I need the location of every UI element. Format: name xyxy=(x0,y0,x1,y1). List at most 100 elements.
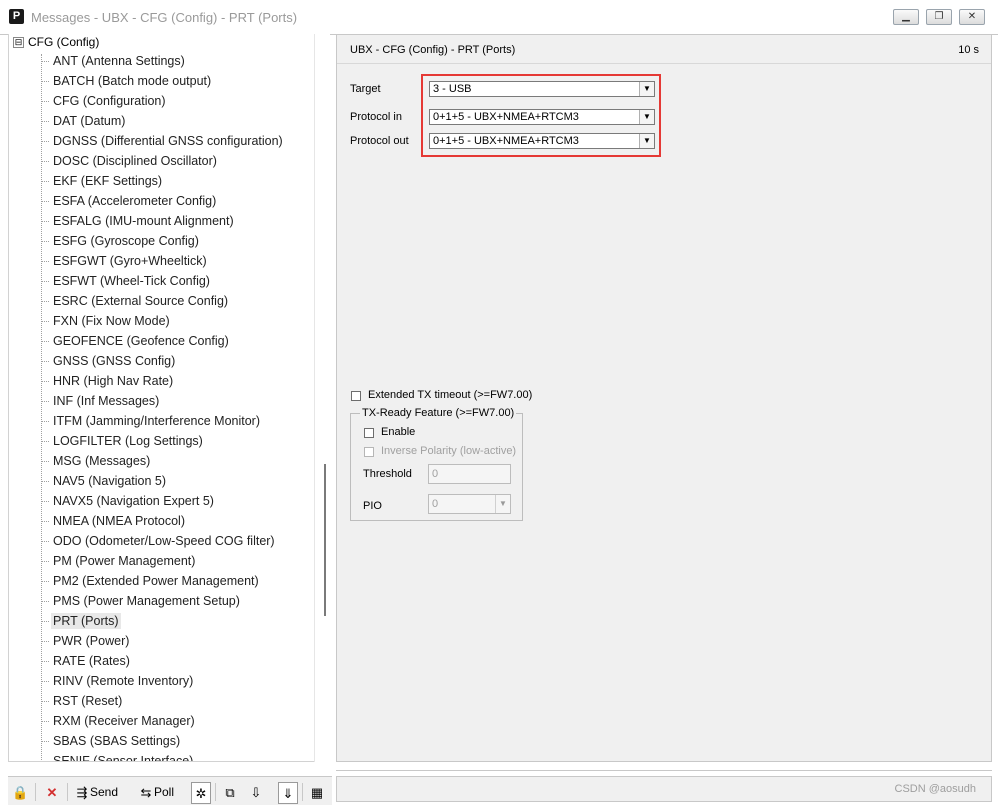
tree-item[interactable]: INF (Inf Messages) xyxy=(41,391,161,411)
tree-item[interactable]: CFG (Configuration) xyxy=(41,91,168,111)
tree-connector xyxy=(41,621,49,623)
tree-connector xyxy=(41,761,49,762)
tree-item[interactable]: RXM (Receiver Manager) xyxy=(41,711,197,731)
tree-item-label: RST (Reset) xyxy=(53,694,123,708)
pio-label: PIO xyxy=(363,500,382,512)
tree-connector xyxy=(41,661,49,663)
tree-item[interactable]: FXN (Fix Now Mode) xyxy=(41,311,172,331)
tree-item[interactable]: PWR (Power) xyxy=(41,631,131,651)
pio-select[interactable]: 0 ▼ xyxy=(428,494,511,514)
tree-item-label: ESFA (Accelerometer Config) xyxy=(53,194,217,208)
save-button[interactable]: ⇩ xyxy=(248,782,264,802)
message-tree[interactable]: ⊟ CFG (Config) ANT (Antenna Settings) BATC… xyxy=(8,34,330,762)
app-icon: P xyxy=(9,9,24,24)
inverse-polarity-checkbox[interactable] xyxy=(364,447,374,457)
tree-item-label: NAV5 (Navigation 5) xyxy=(53,474,167,488)
tree-item-label: PMS (Power Management Setup) xyxy=(53,594,240,608)
tree-connector xyxy=(41,501,49,503)
poll-button[interactable]: ⇆ Poll xyxy=(138,782,174,802)
tree-item[interactable]: ESFGWT (Gyro+Wheeltick) xyxy=(41,251,209,271)
send-label: Send xyxy=(90,785,119,799)
tree-connector xyxy=(41,521,49,523)
tree-connector xyxy=(41,441,49,443)
minimize-button[interactable]: ▁ xyxy=(893,9,919,25)
delete-button[interactable]: ✕ xyxy=(44,782,60,802)
tree-item[interactable]: RST (Reset) xyxy=(41,691,124,711)
tree-item[interactable]: DAT (Datum) xyxy=(41,111,127,131)
tree-item[interactable]: SENIF (Sensor Interface) xyxy=(41,751,195,762)
tree-connector xyxy=(41,281,49,283)
extended-tx-checkbox[interactable] xyxy=(351,391,361,401)
poll-icon: ⇆ xyxy=(140,784,152,800)
tree-connector xyxy=(41,741,49,743)
tree-item[interactable]: ESFWT (Wheel-Tick Config) xyxy=(41,271,212,291)
tree-item-label: RATE (Rates) xyxy=(53,654,130,668)
tree-item[interactable]: RATE (Rates) xyxy=(41,651,132,671)
tree-item-label: PWR (Power) xyxy=(53,634,130,648)
toolbar-separator xyxy=(67,783,68,801)
tree-connector xyxy=(41,681,49,683)
tree-item[interactable]: PM2 (Extended Power Management) xyxy=(41,571,261,591)
close-icon: ✕ xyxy=(967,11,977,22)
threshold-input[interactable]: 0 xyxy=(428,464,511,484)
elapsed-time: 10 s xyxy=(958,44,979,56)
tree-connector xyxy=(41,241,49,243)
tree-item[interactable]: ODO (Odometer/Low-Speed COG filter) xyxy=(41,531,277,551)
tree-item[interactable]: ANT (Antenna Settings) xyxy=(41,51,187,71)
target-label: Target xyxy=(350,83,381,95)
tree-item[interactable]: NAVX5 (Navigation Expert 5) xyxy=(41,491,216,511)
tree-item[interactable]: PRT (Ports) xyxy=(41,611,121,631)
tree-item-label: BATCH (Batch mode output) xyxy=(53,74,212,88)
threshold-label: Threshold xyxy=(363,468,412,480)
enable-checkbox[interactable] xyxy=(364,428,374,438)
tree-item[interactable]: NMEA (NMEA Protocol) xyxy=(41,511,187,531)
tree-item[interactable]: PMS (Power Management Setup) xyxy=(41,591,242,611)
tree-item[interactable]: RINV (Remote Inventory) xyxy=(41,671,195,691)
tree-connector xyxy=(41,221,49,223)
tree-item[interactable]: GNSS (GNSS Config) xyxy=(41,351,177,371)
tree-item[interactable]: EKF (EKF Settings) xyxy=(41,171,164,191)
chevron-down-icon[interactable]: ▼ xyxy=(495,495,510,513)
tree-connector xyxy=(41,141,49,143)
tree-connector xyxy=(41,261,49,263)
send-button[interactable]: ⇶ Send xyxy=(74,782,118,802)
tree-item-label: PM (Power Management) xyxy=(53,554,196,568)
close-button[interactable]: ✕ xyxy=(959,9,985,25)
tree-item[interactable]: LOGFILTER (Log Settings) xyxy=(41,431,205,451)
tree-item[interactable]: DOSC (Disciplined Oscillator) xyxy=(41,151,219,171)
tree-item[interactable]: NAV5 (Navigation 5) xyxy=(41,471,168,491)
tree-connector xyxy=(41,361,49,363)
tree-item[interactable]: BATCH (Batch mode output) xyxy=(41,71,213,91)
tree-item-label: SENIF (Sensor Interface) xyxy=(53,754,194,762)
tree-item[interactable]: ESRC (External Source Config) xyxy=(41,291,230,311)
scrollbar-thumb[interactable] xyxy=(324,464,326,616)
tree-item[interactable]: ESFG (Gyroscope Config) xyxy=(41,231,201,251)
tree-item[interactable]: SBAS (SBAS Settings) xyxy=(41,731,182,751)
tree-item[interactable]: HNR (High Nav Rate) xyxy=(41,371,175,391)
tree-item[interactable]: ESFALG (IMU-mount Alignment) xyxy=(41,211,236,231)
scroll-lock-button[interactable]: ⇓ xyxy=(278,782,298,804)
tree-item-label: FXN (Fix Now Mode) xyxy=(53,314,170,328)
lock-button[interactable]: 🔒 xyxy=(12,782,28,802)
tree-connector xyxy=(41,421,49,423)
tree-item[interactable]: GEOFENCE (Geofence Config) xyxy=(41,331,231,351)
copy-button[interactable]: ⧉ xyxy=(222,782,238,802)
print-button[interactable]: ▦ xyxy=(309,782,325,802)
tree-connector xyxy=(41,81,49,83)
autopoll-button[interactable]: ✲ xyxy=(191,782,211,804)
tree-item[interactable]: PM (Power Management) xyxy=(41,551,197,571)
collapse-icon[interactable]: ⊟ xyxy=(13,37,24,49)
threshold-value: 0 xyxy=(432,468,439,480)
tree-item-label: CFG (Configuration) xyxy=(53,94,166,108)
tree-root-label: CFG (Config) xyxy=(28,35,100,49)
tree-scrollbar[interactable] xyxy=(314,34,330,762)
tree-item[interactable]: DGNSS (Differential GNSS configuration) xyxy=(41,131,285,151)
tree-item-label: DAT (Datum) xyxy=(53,114,126,128)
restore-button[interactable]: ❐ xyxy=(926,9,952,25)
tree-item[interactable]: MSG (Messages) xyxy=(41,451,152,471)
tree-item-label: NAVX5 (Navigation Expert 5) xyxy=(53,494,214,508)
tree-item[interactable]: ITFM (Jamming/Interference Monitor) xyxy=(41,411,262,431)
pio-value: 0 xyxy=(432,498,439,510)
tree-item[interactable]: ESFA (Accelerometer Config) xyxy=(41,191,218,211)
panel-divider xyxy=(336,762,992,771)
